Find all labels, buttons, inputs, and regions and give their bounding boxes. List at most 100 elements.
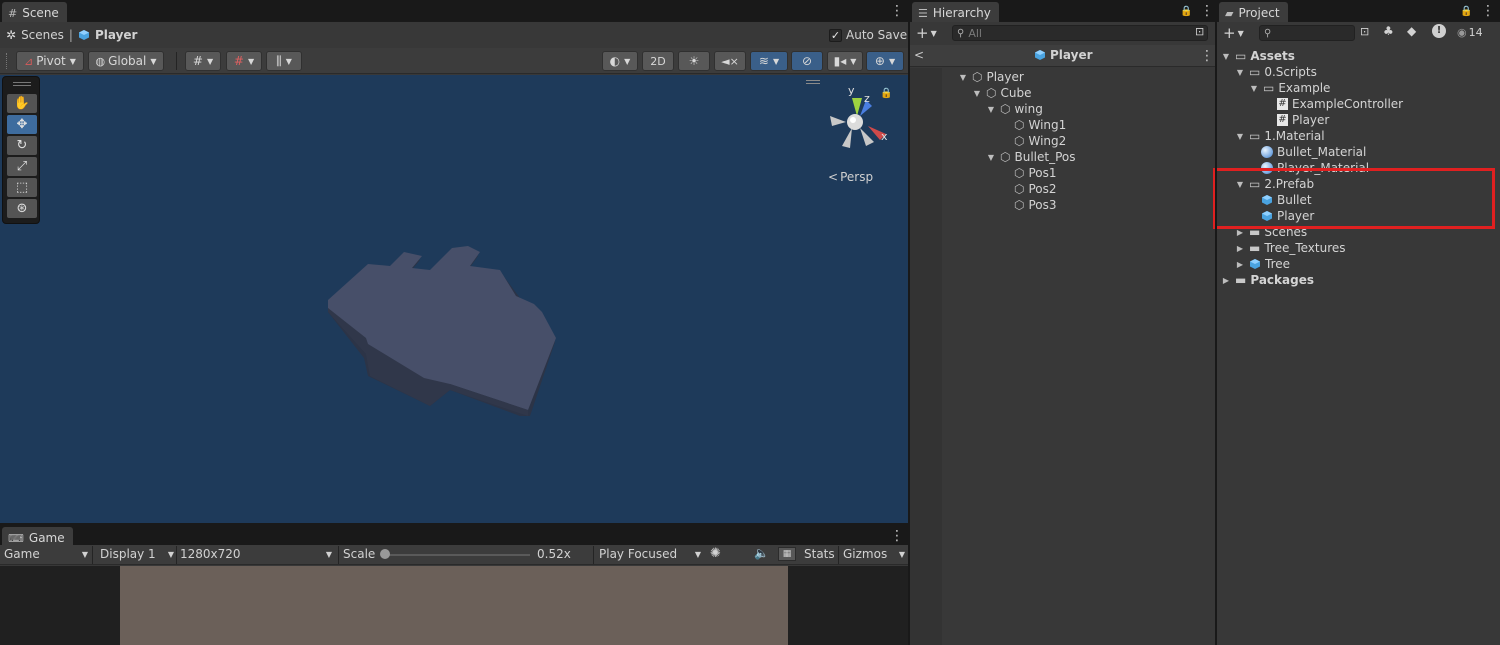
- tree-item-wing[interactable]: ▼ ⬡ wing: [986, 101, 1043, 117]
- auto-save-checkbox[interactable]: ✓: [829, 28, 842, 42]
- gizmo-lock-icon[interactable]: 🔒: [880, 88, 892, 99]
- tree-item-bullet-pos[interactable]: ▼ ⬡ Bullet_Pos: [986, 149, 1076, 165]
- tree-item-wing1[interactable]: ⬡ Wing1: [1014, 117, 1066, 133]
- expanded-triangle-icon: ▼: [987, 104, 995, 114]
- script-hash-icon: #: [1277, 98, 1288, 110]
- gizmos-toggle-button[interactable]: ⊕ ▼: [866, 51, 904, 71]
- persp-label[interactable]: < Persp: [828, 170, 873, 184]
- lock-icon[interactable]: 🔒: [1180, 6, 1192, 17]
- tree-item-cube[interactable]: ▼ ⬡ Cube: [972, 85, 1032, 101]
- increment-snap-button[interactable]: ⫼ ▼: [266, 51, 302, 71]
- tree-item-wing2[interactable]: ⬡ Wing2: [1014, 133, 1066, 149]
- tree-item-pos3[interactable]: ⬡ Pos3: [1014, 197, 1057, 213]
- tree-item-example-folder[interactable]: ▼ ▭ Example: [1249, 80, 1330, 96]
- tree-item-scripts-folder[interactable]: ▼ ▭ 0.Scripts: [1235, 64, 1317, 80]
- snap-grid-icon: #: [233, 54, 244, 68]
- prefab-more-icon[interactable]: ⋮: [1200, 49, 1214, 63]
- folder-icon: ▰: [1225, 6, 1234, 20]
- grid-visibility-button[interactable]: # ▼: [185, 51, 221, 71]
- create-add-button[interactable]: + ▼: [916, 24, 937, 42]
- prefab-title: Player: [1034, 48, 1093, 62]
- breadcrumb-scenes[interactable]: Scenes: [21, 28, 64, 42]
- auto-save-toggle[interactable]: ✓ Auto Save: [829, 28, 907, 42]
- camera-settings-button[interactable]: ▮◂ ▼: [827, 51, 863, 71]
- scale-tool-button[interactable]: ⤢: [7, 157, 37, 176]
- bug-icon[interactable]: ✺: [710, 546, 721, 561]
- tab-hierarchy[interactable]: ☰ Hierarchy: [912, 2, 999, 22]
- scale-slider-track[interactable]: [384, 554, 530, 556]
- tree-item-tree-prefab[interactable]: ▶ Tree: [1235, 256, 1290, 272]
- panel-divider[interactable]: [1215, 0, 1217, 645]
- player-object-mesh[interactable]: [320, 240, 570, 425]
- toolbar-divider: [838, 546, 839, 564]
- pivot-dropdown[interactable]: ⊿ Pivot ▼: [16, 51, 84, 71]
- rotate-tool-button[interactable]: ↻: [7, 136, 37, 155]
- tree-item-assets[interactable]: ▼ ▭ Assets: [1221, 48, 1295, 64]
- transform-tool-button[interactable]: ⊛: [7, 199, 37, 218]
- game-more-icon[interactable]: ⋮: [890, 529, 904, 543]
- tree-item-player-script[interactable]: # Player: [1277, 112, 1329, 128]
- display-dropdown[interactable]: Display 1 ▼: [100, 547, 174, 561]
- audio-mute-icon: ◄×: [721, 54, 739, 68]
- project-search-input[interactable]: ⚲: [1259, 25, 1355, 41]
- panel-divider[interactable]: [0, 523, 908, 525]
- scale-slider-thumb[interactable]: [380, 549, 390, 559]
- back-arrow-icon[interactable]: <: [914, 48, 924, 62]
- mute-audio-icon[interactable]: 🔈: [754, 546, 769, 560]
- effects-toggle-button[interactable]: ≋ ▼: [750, 51, 788, 71]
- move-tool-button[interactable]: ✥: [7, 115, 37, 134]
- tree-item-pos1[interactable]: ⬡ Pos1: [1014, 165, 1057, 181]
- create-asset-button[interactable]: + ▼: [1223, 24, 1244, 42]
- breadcrumb-player[interactable]: Player: [95, 28, 138, 42]
- panel-divider[interactable]: [908, 0, 910, 645]
- toolbar-divider: [176, 52, 177, 70]
- folder-icon: ▬: [1249, 241, 1261, 255]
- tree-item-label: 1.Material: [1264, 129, 1325, 143]
- stats-button[interactable]: Stats: [804, 547, 835, 561]
- search-by-type-icon[interactable]: ⊡: [1360, 25, 1369, 38]
- hidden-objects-button[interactable]: ⊘: [791, 51, 823, 71]
- chevron-down-icon: ▼: [206, 56, 214, 66]
- hidden-packages-toggle[interactable]: ◉ 14: [1457, 26, 1483, 39]
- scene-more-icon[interactable]: ⋮: [890, 4, 904, 18]
- tree-item-tree-textures-folder[interactable]: ▶ ▬ Tree_Textures: [1235, 240, 1346, 256]
- project-more-icon[interactable]: ⋮: [1481, 4, 1495, 18]
- gameobject-icon: ⬡: [1014, 134, 1025, 148]
- play-focused-dropdown[interactable]: Play Focused ▼: [599, 547, 701, 561]
- grid-snap-button[interactable]: # ▼: [226, 51, 262, 71]
- filter-by-label-icon[interactable]: ◆: [1407, 24, 1416, 38]
- tree-item-material-folder[interactable]: ▼ ▭ 1.Material: [1235, 128, 1325, 144]
- gizmos-dropdown[interactable]: Gizmos ▼: [843, 547, 905, 561]
- tab-project[interactable]: ▰ Project: [1219, 2, 1288, 22]
- filter-by-type-icon[interactable]: ♣: [1383, 24, 1394, 38]
- keyboard-shortcuts-icon[interactable]: ▦: [778, 547, 796, 561]
- game-viewport[interactable]: [120, 566, 788, 645]
- lock-icon[interactable]: 🔒: [1460, 6, 1472, 17]
- hierarchy-gutter: [910, 68, 942, 645]
- hierarchy-more-icon[interactable]: ⋮: [1200, 4, 1214, 18]
- audio-toggle-button[interactable]: ◄×: [714, 51, 746, 71]
- game-mode-dropdown[interactable]: Game ▼: [4, 547, 88, 561]
- resolution-dropdown[interactable]: 1280x720 ▼: [180, 547, 332, 561]
- global-dropdown[interactable]: ◍ Global ▼: [88, 51, 164, 71]
- tab-game[interactable]: ⌨ Game: [2, 527, 73, 547]
- tree-item-pos2[interactable]: ⬡ Pos2: [1014, 181, 1057, 197]
- draw-mode-dropdown[interactable]: ◐ ▼: [602, 51, 638, 71]
- tree-item-examplecontroller[interactable]: # ExampleController: [1277, 96, 1403, 112]
- tree-item-packages[interactable]: ▶ ▬ Packages: [1221, 272, 1314, 288]
- gizmos-label: Gizmos: [843, 547, 888, 561]
- toolbar-divider: [593, 546, 594, 564]
- tree-item-player[interactable]: ▼ ⬡ Player: [958, 69, 1024, 85]
- folder-open-icon: ▭: [1235, 49, 1247, 63]
- tree-item-bullet-material[interactable]: Bullet_Material: [1261, 144, 1366, 160]
- overlay-menu-icon[interactable]: [806, 80, 820, 84]
- warning-filter-icon[interactable]: !: [1432, 24, 1446, 38]
- toggle-2d-button[interactable]: 2D: [642, 51, 674, 71]
- rect-tool-button[interactable]: ⬚: [7, 178, 37, 197]
- hierarchy-search-input[interactable]: ⚲ All: [952, 25, 1208, 41]
- tree-item-label: Pos1: [1028, 166, 1057, 180]
- lighting-toggle-button[interactable]: ☀: [678, 51, 710, 71]
- search-type-icon[interactable]: ⊡: [1195, 25, 1204, 38]
- tab-scene[interactable]: # Scene: [2, 2, 67, 22]
- hand-tool-button[interactable]: ✋: [7, 94, 37, 113]
